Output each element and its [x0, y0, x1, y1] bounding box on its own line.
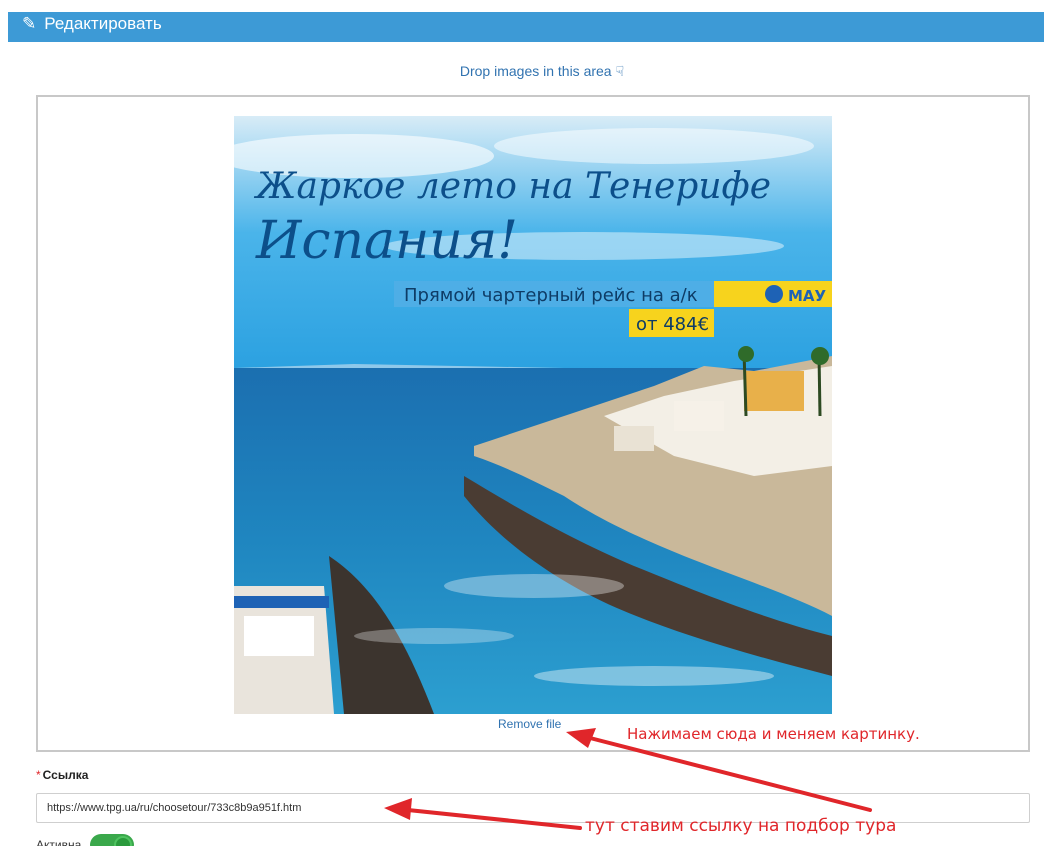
required-mark: *	[36, 768, 41, 782]
panel-title: Редактировать	[44, 14, 162, 33]
link-annotation: тут ставим ссылку на подбор тура	[585, 816, 897, 836]
pencil-icon: ✎	[22, 14, 37, 33]
toggle-knob	[114, 836, 132, 846]
active-label: Активна	[36, 838, 82, 846]
drop-hint: Drop images in this area ☟	[0, 63, 1044, 80]
hand-pointer-icon: ☟	[615, 63, 625, 79]
preview-banner: Прямой чартерный рейс на а/к	[404, 285, 698, 306]
drop-hint-text: Drop images in this area	[459, 63, 612, 79]
preview-line2: Испания!	[255, 211, 518, 271]
preview-line1: Жаркое лето на Тенерифе	[253, 166, 771, 207]
link-label-text: Ссылка	[42, 768, 89, 782]
preview-price: от 484€	[636, 314, 709, 335]
edit-panel-header: ✎ Редактировать	[8, 12, 1044, 42]
remove-file-link[interactable]: Remove file	[498, 717, 561, 731]
link-field-label: * Ссылка	[36, 768, 88, 782]
uploaded-image-preview: Жаркое лето на Тенерифе Испания! Прямой …	[234, 116, 832, 714]
active-toggle[interactable]	[90, 834, 134, 846]
preview-airline: МАУ	[788, 287, 827, 305]
remove-file-annotation: Нажимаем сюда и меняем картинку.	[627, 725, 920, 743]
